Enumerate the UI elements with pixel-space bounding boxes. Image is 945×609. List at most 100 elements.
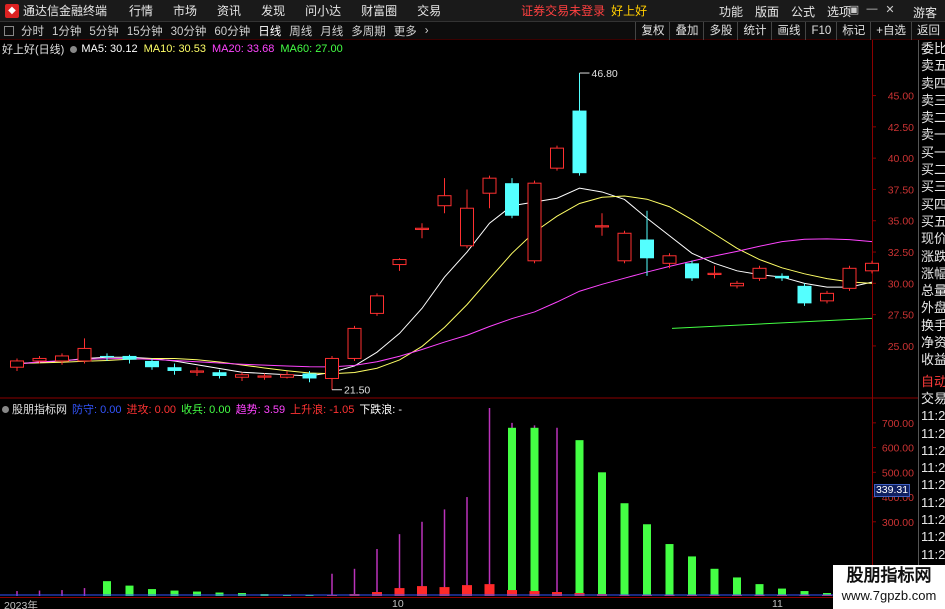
candle-body-up	[370, 295, 384, 314]
tool-draw-button[interactable]: 画线	[771, 22, 805, 40]
indicator-down-wave: 下跌浪: -	[359, 404, 403, 416]
candle-body-up	[32, 357, 47, 362]
candle-body-up	[415, 227, 429, 230]
defend-bar	[530, 427, 539, 596]
price-tick-label: 42.50	[888, 122, 914, 134]
candle-body-up	[752, 267, 767, 279]
menu-item-quotes[interactable]: 行情	[119, 2, 163, 19]
menu-item-wealth[interactable]: 财富圈	[351, 2, 407, 19]
menu-item-function[interactable]: 功能	[713, 3, 749, 20]
price-tick-label: 30.00	[888, 278, 914, 290]
indicator-up-wave: 上升浪: -1.05	[290, 404, 355, 416]
menu-item-ask[interactable]: 问小达	[295, 2, 351, 19]
menu-item-trade[interactable]: 交易	[407, 2, 451, 19]
price-tick-label: 35.00	[888, 216, 914, 228]
ma20-label: MA20: 33.68	[211, 43, 275, 55]
kline-chart[interactable]: 25.00 27.50 30.00 32.50 35.00 37.50 40.00 42.50…	[0, 40, 918, 597]
restore-icon[interactable]: ▣	[845, 3, 863, 16]
tool-stats-button[interactable]: 统计	[737, 22, 771, 40]
candle-body-down	[145, 360, 159, 368]
quote-side-panel: 委比 卖五 卖四 卖三 卖二 卖一 买一 买二 买三 买四 买五 现价 涨跌 涨幅 总量 外盘 换手 净资 收益 自…	[918, 40, 945, 609]
indicator-tick-label: 600.00	[882, 443, 914, 455]
defend-bar	[103, 581, 111, 596]
ma5-line	[16, 187, 873, 377]
quote-field-label: 委比	[921, 41, 945, 56]
defend-bar	[575, 440, 584, 596]
candle-body-up	[10, 360, 24, 368]
candle-body-up	[325, 357, 339, 379]
defend-bar	[125, 585, 134, 596]
main-chart-header: 好上好(日线) MA5: 30.12 MA10: 30.53 MA20: 33.…	[2, 42, 349, 56]
defend-bar	[710, 568, 719, 596]
menu-item-news[interactable]: 资讯	[207, 2, 251, 19]
ma5-label: MA5: 30.12	[81, 43, 138, 55]
tool-multi-button[interactable]: 多股	[703, 22, 737, 40]
defend-bar	[508, 427, 516, 596]
quote-field-label: 卖五	[921, 58, 945, 74]
menu-item-formula[interactable]: 公式	[785, 3, 821, 20]
quote-field-label: 卖一	[921, 127, 945, 143]
tick-time: 11:28	[921, 408, 945, 424]
settings-dot-icon[interactable]	[70, 45, 78, 53]
candle-body-up	[595, 225, 609, 228]
date-axis: 2023年 10 11	[0, 597, 918, 609]
period-intraday[interactable]: 分时	[17, 23, 48, 39]
candle-body-up	[257, 375, 272, 378]
period-5min[interactable]: 5分钟	[85, 23, 122, 39]
tool-back-button[interactable]: 返回	[911, 22, 945, 40]
quote-field-label: 买一	[921, 144, 945, 160]
candle-body-up	[842, 267, 857, 289]
defend-bar	[620, 503, 629, 596]
chevron-right-icon[interactable]: ›	[421, 25, 433, 37]
trade-panel-label[interactable]: 自动	[919, 373, 945, 390]
panel-toggle-icon[interactable]	[4, 25, 14, 36]
quote-field-label: 净资	[921, 335, 945, 351]
tool-add-watchlist-button[interactable]: +自选	[870, 22, 911, 40]
candle-body-down	[212, 372, 227, 376]
main-menu: 行情 市场 资讯 发现 问小达 财富圈 交易	[119, 2, 451, 19]
price-tick-label: 25.00	[888, 341, 914, 353]
menu-item-layout[interactable]: 版面	[749, 3, 785, 20]
attack-bar	[462, 585, 472, 596]
candle-body-up	[707, 272, 722, 276]
candle-body-up	[617, 232, 632, 262]
period-multi[interactable]: 多周期	[347, 23, 390, 39]
indicator-settings-icon[interactable]	[2, 405, 9, 413]
period-monthly[interactable]: 月线	[316, 23, 347, 39]
watermark-url: www.7gpzb.com	[841, 588, 937, 603]
close-icon[interactable]: ✕	[881, 3, 899, 16]
candle-body-up	[77, 347, 92, 362]
period-daily[interactable]: 日线	[254, 23, 285, 39]
menu-item-discover[interactable]: 发现	[251, 2, 295, 19]
quote-field-label: 买二	[921, 162, 945, 178]
quote-field-label: 买四	[921, 196, 945, 212]
login-warning[interactable]: 证券交易未登录	[521, 2, 605, 19]
candle-body-up	[482, 177, 497, 194]
app-title: 通达信金融终端	[23, 4, 108, 18]
period-15min[interactable]: 15分钟	[123, 23, 167, 39]
tick-time: 11:28	[921, 529, 945, 545]
indicator-header: 股朋指标网 防守: 0.00 进攻: 0.00 收兵: 0.00 趋势: 3.5…	[2, 402, 407, 416]
candle-body-up	[662, 255, 677, 264]
indicator-trend: 趋势: 3.59	[235, 404, 286, 416]
guest-label[interactable]: 游客	[913, 4, 937, 21]
period-weekly[interactable]: 周线	[285, 23, 316, 39]
period-1min[interactable]: 1分钟	[48, 23, 85, 39]
candle-body-down	[302, 373, 317, 379]
tool-mark-button[interactable]: 标记	[836, 22, 870, 40]
period-more[interactable]: 更多	[390, 23, 421, 39]
tool-f10-button[interactable]: F10	[805, 22, 836, 40]
tool-overlay-button[interactable]: 叠加	[669, 22, 703, 40]
watermark: 股朋指标网 www.7gpzb.com	[833, 565, 945, 609]
trade-panel-label[interactable]: 交易	[919, 390, 945, 407]
candle-body-down	[100, 355, 114, 358]
indicator-attack: 进攻: 0.00	[126, 404, 177, 416]
candle-body-down	[685, 263, 699, 279]
minimize-icon[interactable]: —	[863, 3, 881, 16]
period-60min[interactable]: 60分钟	[210, 23, 254, 39]
candle-body-down	[167, 367, 182, 371]
tool-adjust-button[interactable]: 复权	[635, 22, 669, 40]
indicator-name: 股朋指标网	[12, 404, 67, 416]
menu-item-market[interactable]: 市场	[163, 2, 207, 19]
period-30min[interactable]: 30分钟	[167, 23, 211, 39]
